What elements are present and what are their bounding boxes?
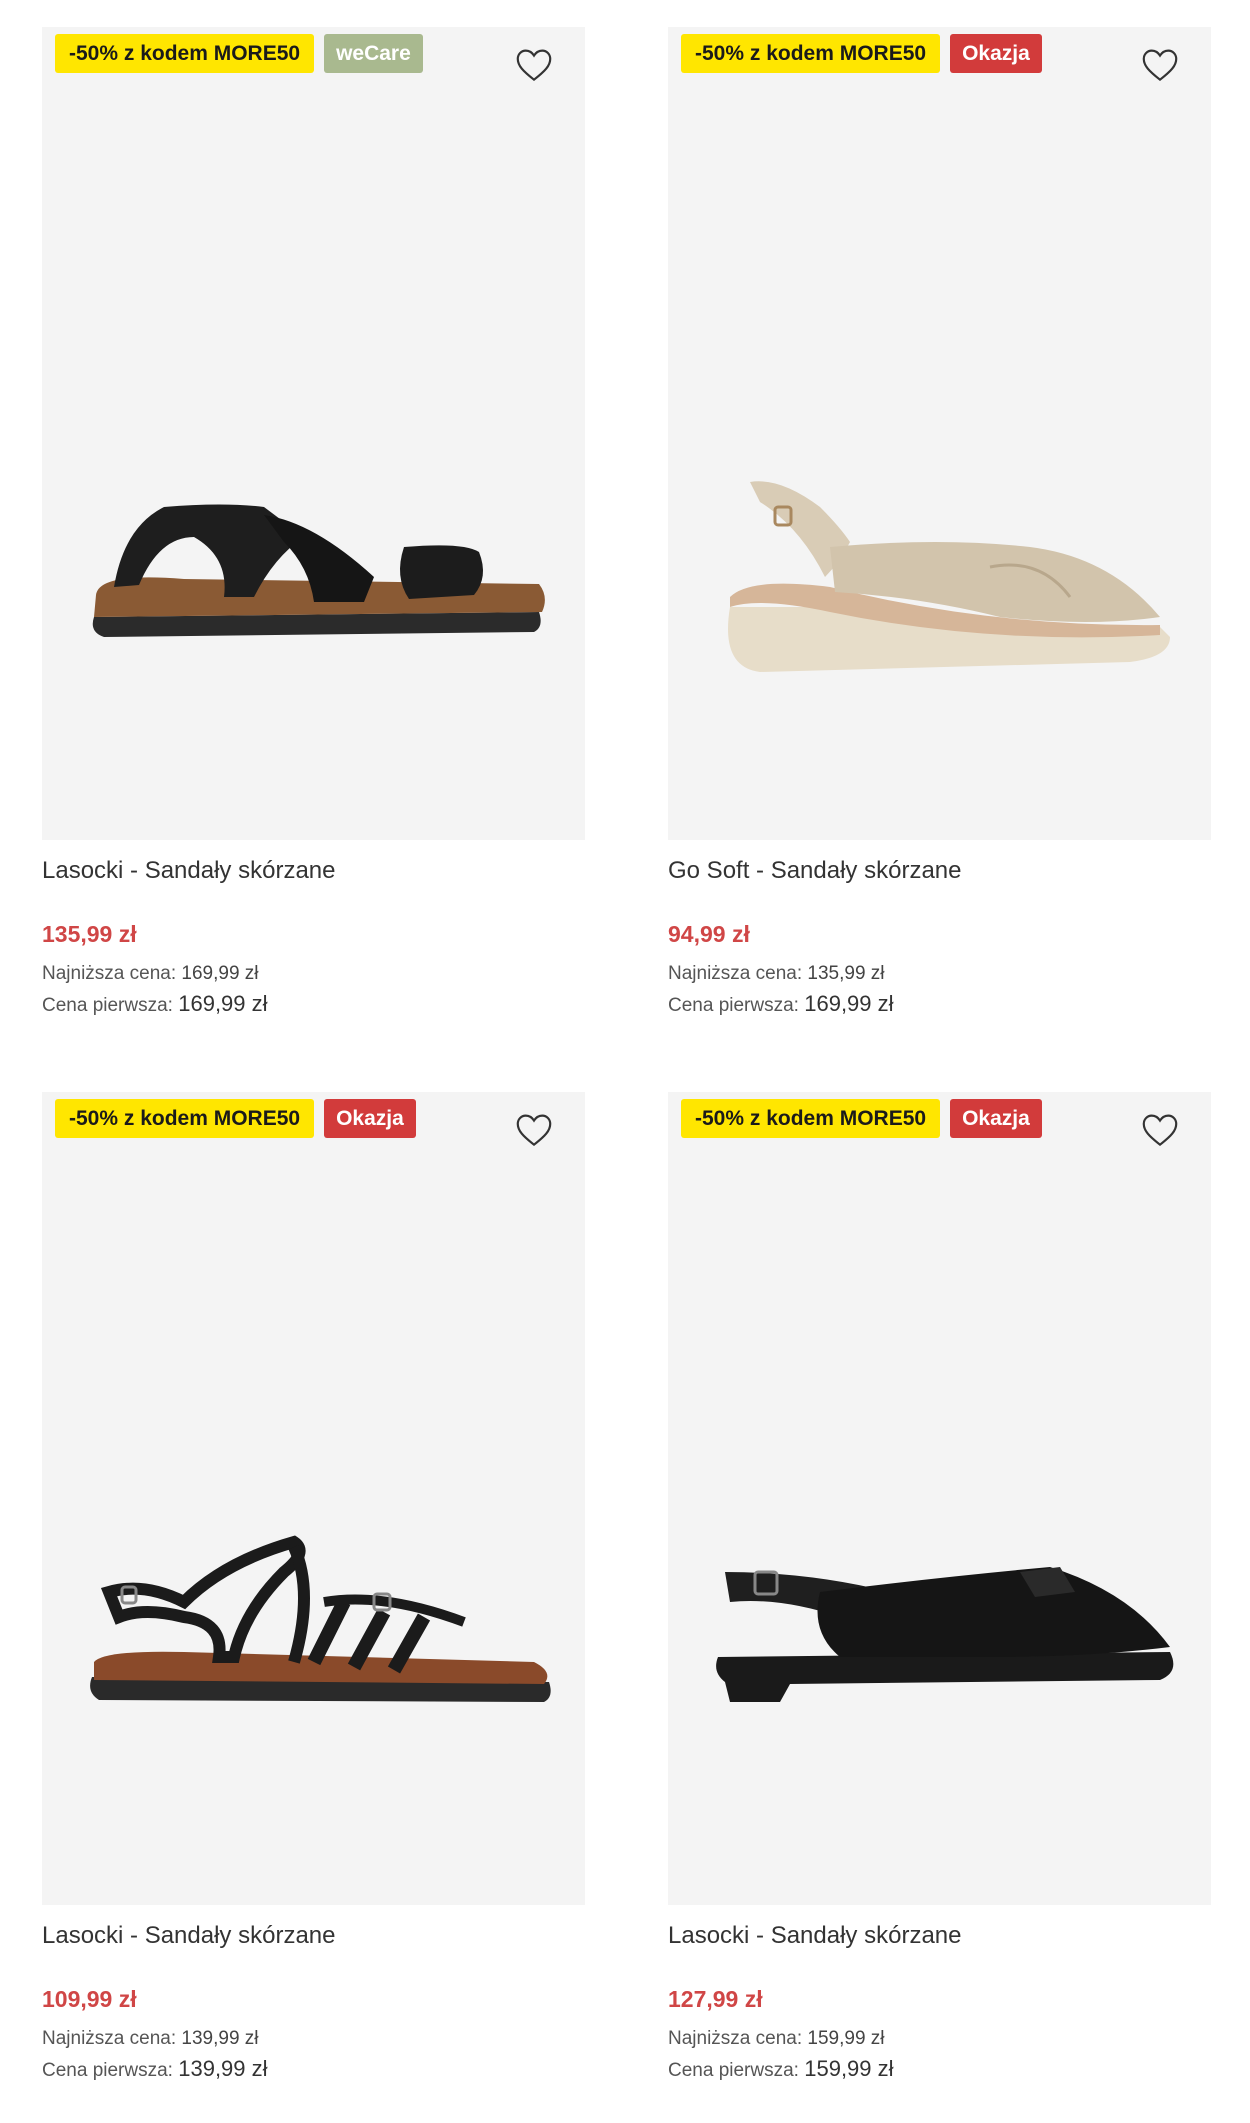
lowest-price-label: Najniższa cena: — [668, 963, 803, 984]
price-history: Najniższa cena: 139,99 zł Cena pierwsza:… — [42, 2024, 585, 2086]
product-price: 94,99 zł — [668, 921, 750, 947]
beige-wedge-sandal-image — [668, 467, 1211, 697]
product-title[interactable]: Lasocki - Sandały skórzane — [42, 1922, 585, 1950]
wishlist-heart-icon[interactable] — [514, 47, 554, 83]
first-price-label: Cena pierwsza: — [668, 2060, 799, 2081]
badge-group: -50% z kodem MORE50 Okazja — [681, 1099, 1042, 1138]
product-image[interactable]: -50% z kodem MORE50 Okazja — [668, 27, 1211, 840]
first-price-row: Cena pierwsza: 169,99 zł — [42, 989, 585, 1021]
product-title[interactable]: Lasocki - Sandały skórzane — [42, 857, 585, 885]
product-title[interactable]: Go Soft - Sandały skórzane — [668, 857, 1211, 885]
lowest-price-value: 139,99 zł — [181, 2028, 259, 2049]
first-price-row: Cena pierwsza: 169,99 zł — [668, 989, 1211, 1021]
first-price-value: 169,99 zł — [178, 991, 268, 1016]
price-history: Najniższa cena: 135,99 zł Cena pierwsza:… — [668, 959, 1211, 1021]
lowest-price-label: Najniższa cena: — [42, 963, 177, 984]
promo-badge: -50% z kodem MORE50 — [681, 34, 941, 73]
promo-badge: -50% z kodem MORE50 — [55, 34, 315, 73]
black-elastic-sandal-image — [42, 467, 585, 657]
wishlist-heart-icon[interactable] — [1140, 1112, 1180, 1148]
okazja-badge: Okazja — [950, 34, 1042, 73]
product-image[interactable]: -50% z kodem MORE50 weCare — [42, 27, 585, 840]
badge-group: -50% z kodem MORE50 Okazja — [55, 1099, 416, 1138]
lowest-price-value: 159,99 zł — [807, 2028, 885, 2049]
first-price-row: Cena pierwsza: 159,99 zł — [668, 2054, 1211, 2086]
product-title[interactable]: Lasocki - Sandały skórzane — [668, 1922, 1211, 1950]
badge-group: -50% z kodem MORE50 weCare — [55, 34, 423, 73]
first-price-label: Cena pierwsza: — [668, 995, 799, 1016]
promo-badge: -50% z kodem MORE50 — [55, 1099, 315, 1138]
wishlist-heart-icon[interactable] — [514, 1112, 554, 1148]
price-history: Najniższa cena: 169,99 zł Cena pierwsza:… — [42, 959, 585, 1021]
first-price-value: 159,99 zł — [804, 2056, 894, 2081]
product-card[interactable]: -50% z kodem MORE50 Okazja Lasocki - San… — [42, 1092, 585, 2086]
first-price-value: 139,99 zł — [178, 2056, 268, 2081]
lowest-price-row: Najniższa cena: 135,99 zł — [668, 959, 1211, 989]
product-image[interactable]: -50% z kodem MORE50 Okazja — [668, 1092, 1211, 1905]
badge-group: -50% z kodem MORE50 Okazja — [681, 34, 1042, 73]
lowest-price-value: 135,99 zł — [807, 963, 885, 984]
lowest-price-label: Najniższa cena: — [42, 2028, 177, 2049]
first-price-label: Cena pierwsza: — [42, 2060, 173, 2081]
lowest-price-row: Najniższa cena: 139,99 zł — [42, 2024, 585, 2054]
product-card[interactable]: -50% z kodem MORE50 Okazja Lasocki - San… — [668, 1092, 1211, 2086]
product-image[interactable]: -50% z kodem MORE50 Okazja — [42, 1092, 585, 1905]
product-price: 135,99 zł — [42, 921, 137, 947]
first-price-row: Cena pierwsza: 139,99 zł — [42, 2054, 585, 2086]
okazja-badge: Okazja — [324, 1099, 416, 1138]
first-price-value: 169,99 zł — [804, 991, 894, 1016]
lowest-price-row: Najniższa cena: 169,99 zł — [42, 959, 585, 989]
price-history: Najniższa cena: 159,99 zł Cena pierwsza:… — [668, 2024, 1211, 2086]
promo-badge: -50% z kodem MORE50 — [681, 1099, 941, 1138]
product-card[interactable]: -50% z kodem MORE50 weCare Lasocki - San… — [42, 27, 585, 1021]
first-price-label: Cena pierwsza: — [42, 995, 173, 1016]
wecare-badge: weCare — [324, 34, 423, 73]
product-price: 127,99 zł — [668, 1986, 763, 2012]
black-strappy-sandal-image — [42, 1532, 585, 1722]
okazja-badge: Okazja — [950, 1099, 1042, 1138]
product-price: 109,99 zł — [42, 1986, 137, 2012]
lowest-price-value: 169,99 zł — [181, 963, 259, 984]
wishlist-heart-icon[interactable] — [1140, 47, 1180, 83]
black-slingback-peep-toe-image — [668, 1532, 1211, 1722]
lowest-price-row: Najniższa cena: 159,99 zł — [668, 2024, 1211, 2054]
product-card[interactable]: -50% z kodem MORE50 Okazja Go Soft - San… — [668, 27, 1211, 1021]
lowest-price-label: Najniższa cena: — [668, 2028, 803, 2049]
